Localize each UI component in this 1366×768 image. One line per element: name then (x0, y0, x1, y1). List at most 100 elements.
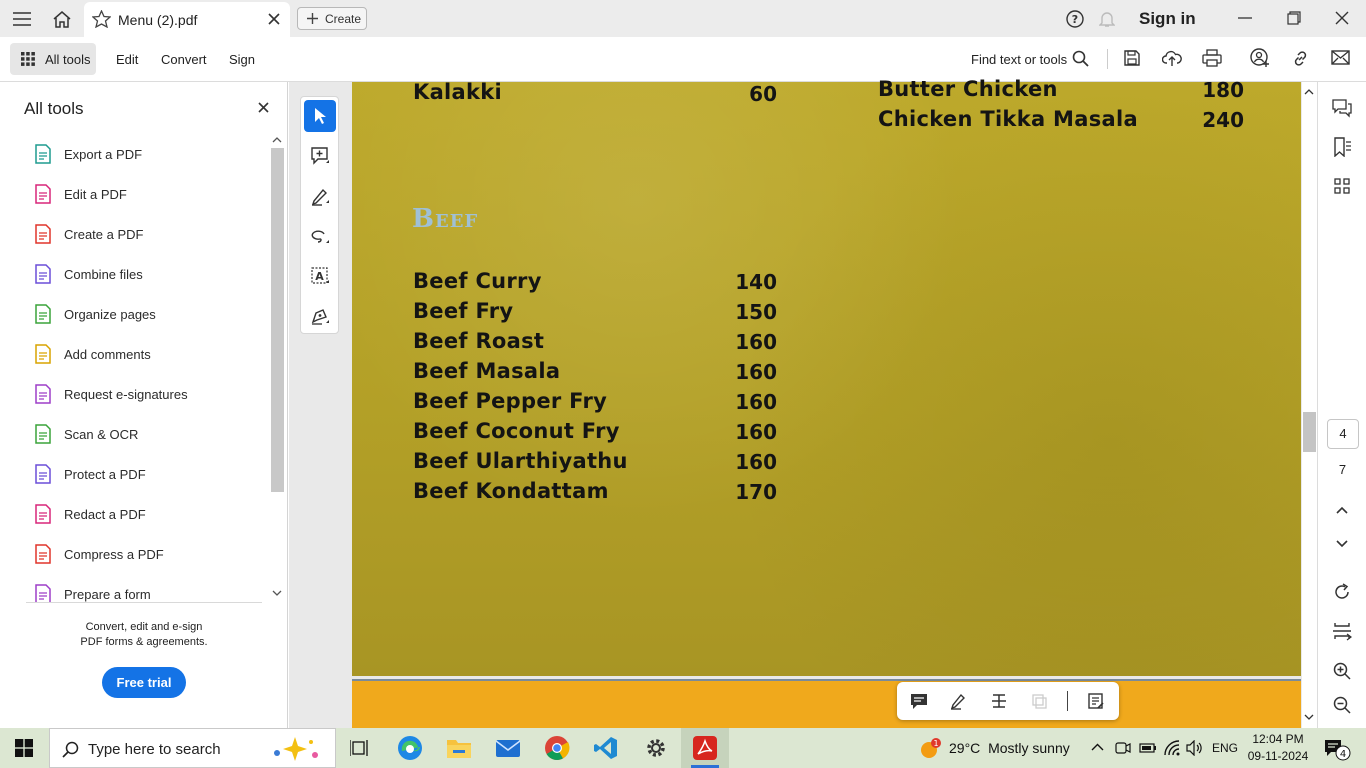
strikethrough-icon[interactable] (988, 690, 1010, 712)
weather-text[interactable]: 29°C Mostly sunny (949, 740, 1070, 756)
hamburger-menu-icon[interactable] (10, 8, 34, 30)
acrobat-icon[interactable] (690, 734, 720, 762)
annotation-toolstrip: A (300, 96, 339, 334)
document-tab[interactable]: Menu (2).pdf (84, 2, 290, 37)
close-tab-icon[interactable] (268, 13, 280, 25)
list-clip-mask (0, 603, 268, 617)
zoom-out-icon[interactable] (1330, 693, 1354, 717)
combine-files-icon (34, 264, 52, 284)
svg-text:4: 4 (1340, 749, 1346, 760)
right-rail: 4 7 (1317, 82, 1366, 728)
notification-center-icon[interactable]: 4 (1323, 738, 1353, 762)
select-tool[interactable] (304, 100, 336, 132)
help-icon[interactable]: ? (1065, 9, 1085, 29)
language-indicator[interactable]: ENG (1212, 741, 1238, 755)
vscode-icon[interactable] (591, 734, 621, 762)
page-number-input[interactable]: 4 (1327, 419, 1359, 449)
windows-start-icon[interactable] (9, 734, 39, 762)
chrome-browser-icon[interactable] (542, 734, 572, 762)
scroll-thumb[interactable] (271, 148, 284, 492)
mail-icon[interactable] (493, 734, 523, 762)
document-scrollbar[interactable] (1302, 82, 1317, 728)
menu-item-price: 180 (1202, 78, 1244, 102)
comments-panel-icon[interactable] (1330, 96, 1354, 120)
comment-list-icon[interactable] (1085, 690, 1107, 712)
link-icon[interactable] (1291, 49, 1310, 68)
panel-title: All tools (24, 99, 84, 118)
add-comment-tool[interactable] (304, 140, 336, 172)
free-trial-button[interactable]: Free trial (102, 667, 186, 698)
tool-compress-pdf[interactable]: Compress a PDF (34, 543, 264, 567)
tool-redact-pdf[interactable]: Redact a PDF (34, 503, 264, 527)
previous-page-icon[interactable] (1330, 498, 1354, 522)
tool-organize-pages[interactable]: Organize pages (34, 303, 264, 327)
title-bar: Menu (2).pdf Create ? Sign in (0, 0, 1366, 37)
sticky-note-icon[interactable] (908, 690, 930, 712)
clock[interactable]: 12:04 PM 09-11-2024 (1246, 731, 1310, 765)
tool-edit-pdf[interactable]: Edit a PDF (34, 183, 264, 207)
sign-in-link[interactable]: Sign in (1139, 9, 1196, 29)
tool-create-pdf[interactable]: Create a PDF (34, 223, 264, 247)
battery-icon[interactable] (1139, 741, 1157, 755)
highlight-tool[interactable] (304, 180, 336, 212)
convert-menu[interactable]: Convert (161, 52, 207, 67)
tray-chevron-up-icon[interactable] (1091, 743, 1104, 751)
weather-icon[interactable]: 1 (918, 737, 944, 761)
email-icon[interactable] (1331, 50, 1350, 65)
wifi-icon[interactable] (1164, 740, 1180, 756)
cloud-upload-icon[interactable] (1162, 49, 1182, 67)
fit-page-icon[interactable] (1330, 619, 1354, 643)
panel-scrollbar[interactable] (270, 134, 285, 604)
settings-gear-icon[interactable] (641, 734, 671, 762)
tool-e-signature[interactable]: Request e-signatures (34, 383, 264, 407)
notification-bell-icon[interactable] (1097, 9, 1117, 29)
rotate-icon[interactable] (1330, 580, 1354, 604)
next-page-icon[interactable] (1330, 532, 1354, 556)
tool-protect-pdf[interactable]: Protect a PDF (34, 463, 264, 487)
promo-text: Convert, edit and e-sign PDF forms & agr… (80, 621, 208, 648)
draw-tool[interactable] (304, 220, 336, 252)
all-tools-button[interactable]: All tools (10, 43, 96, 75)
print-icon[interactable] (1202, 49, 1222, 67)
close-panel-icon[interactable] (258, 102, 269, 113)
text-tool[interactable]: A (304, 260, 336, 292)
tool-scan-ocr[interactable]: Scan & OCR (34, 423, 264, 447)
thumbnails-icon[interactable] (1330, 174, 1354, 198)
zoom-in-icon[interactable] (1330, 659, 1354, 683)
sign-menu[interactable]: Sign (229, 52, 255, 67)
search-icon[interactable] (1072, 50, 1089, 67)
find-text-button[interactable]: Find text or tools (971, 52, 1067, 67)
scroll-down-icon[interactable] (272, 590, 282, 597)
text-box-icon: A (311, 267, 329, 284)
star-icon[interactable] (92, 10, 111, 28)
edge-browser-icon[interactable] (395, 734, 425, 762)
close-window-icon[interactable] (1331, 8, 1353, 28)
scroll-thumb[interactable] (1303, 412, 1316, 452)
tool-combine-files[interactable]: Combine files (34, 263, 264, 287)
tool-export-pdf[interactable]: Export a PDF (34, 143, 264, 167)
minimize-icon[interactable] (1234, 8, 1256, 28)
save-icon[interactable] (1123, 49, 1141, 67)
menu-item-price: 160 (735, 330, 777, 354)
task-view-icon[interactable] (345, 734, 375, 762)
volume-icon[interactable] (1186, 740, 1204, 756)
file-explorer-icon[interactable] (444, 734, 474, 762)
scroll-down-icon[interactable] (1304, 714, 1314, 721)
menu-item-name: Kalakki (413, 80, 503, 104)
sign-tool[interactable] (304, 300, 336, 332)
meet-now-icon[interactable] (1115, 740, 1131, 756)
edit-menu[interactable]: Edit (116, 52, 138, 67)
bookmark-icon[interactable] (1330, 135, 1354, 159)
taskbar-search[interactable]: Type here to search (49, 728, 336, 768)
menu-item-name: Chicken Tikka Masala (878, 107, 1138, 131)
pen-icon (311, 188, 329, 206)
restore-icon[interactable] (1283, 8, 1305, 28)
menu-item-price: 150 (735, 300, 777, 324)
home-icon[interactable] (50, 8, 74, 30)
create-button[interactable]: Create (297, 7, 367, 30)
scroll-up-icon[interactable] (272, 136, 282, 143)
scroll-up-icon[interactable] (1304, 88, 1314, 95)
tool-add-comments[interactable]: Add comments (34, 343, 264, 367)
highlight-pen-icon[interactable] (948, 690, 970, 712)
share-user-icon[interactable] (1250, 48, 1270, 68)
